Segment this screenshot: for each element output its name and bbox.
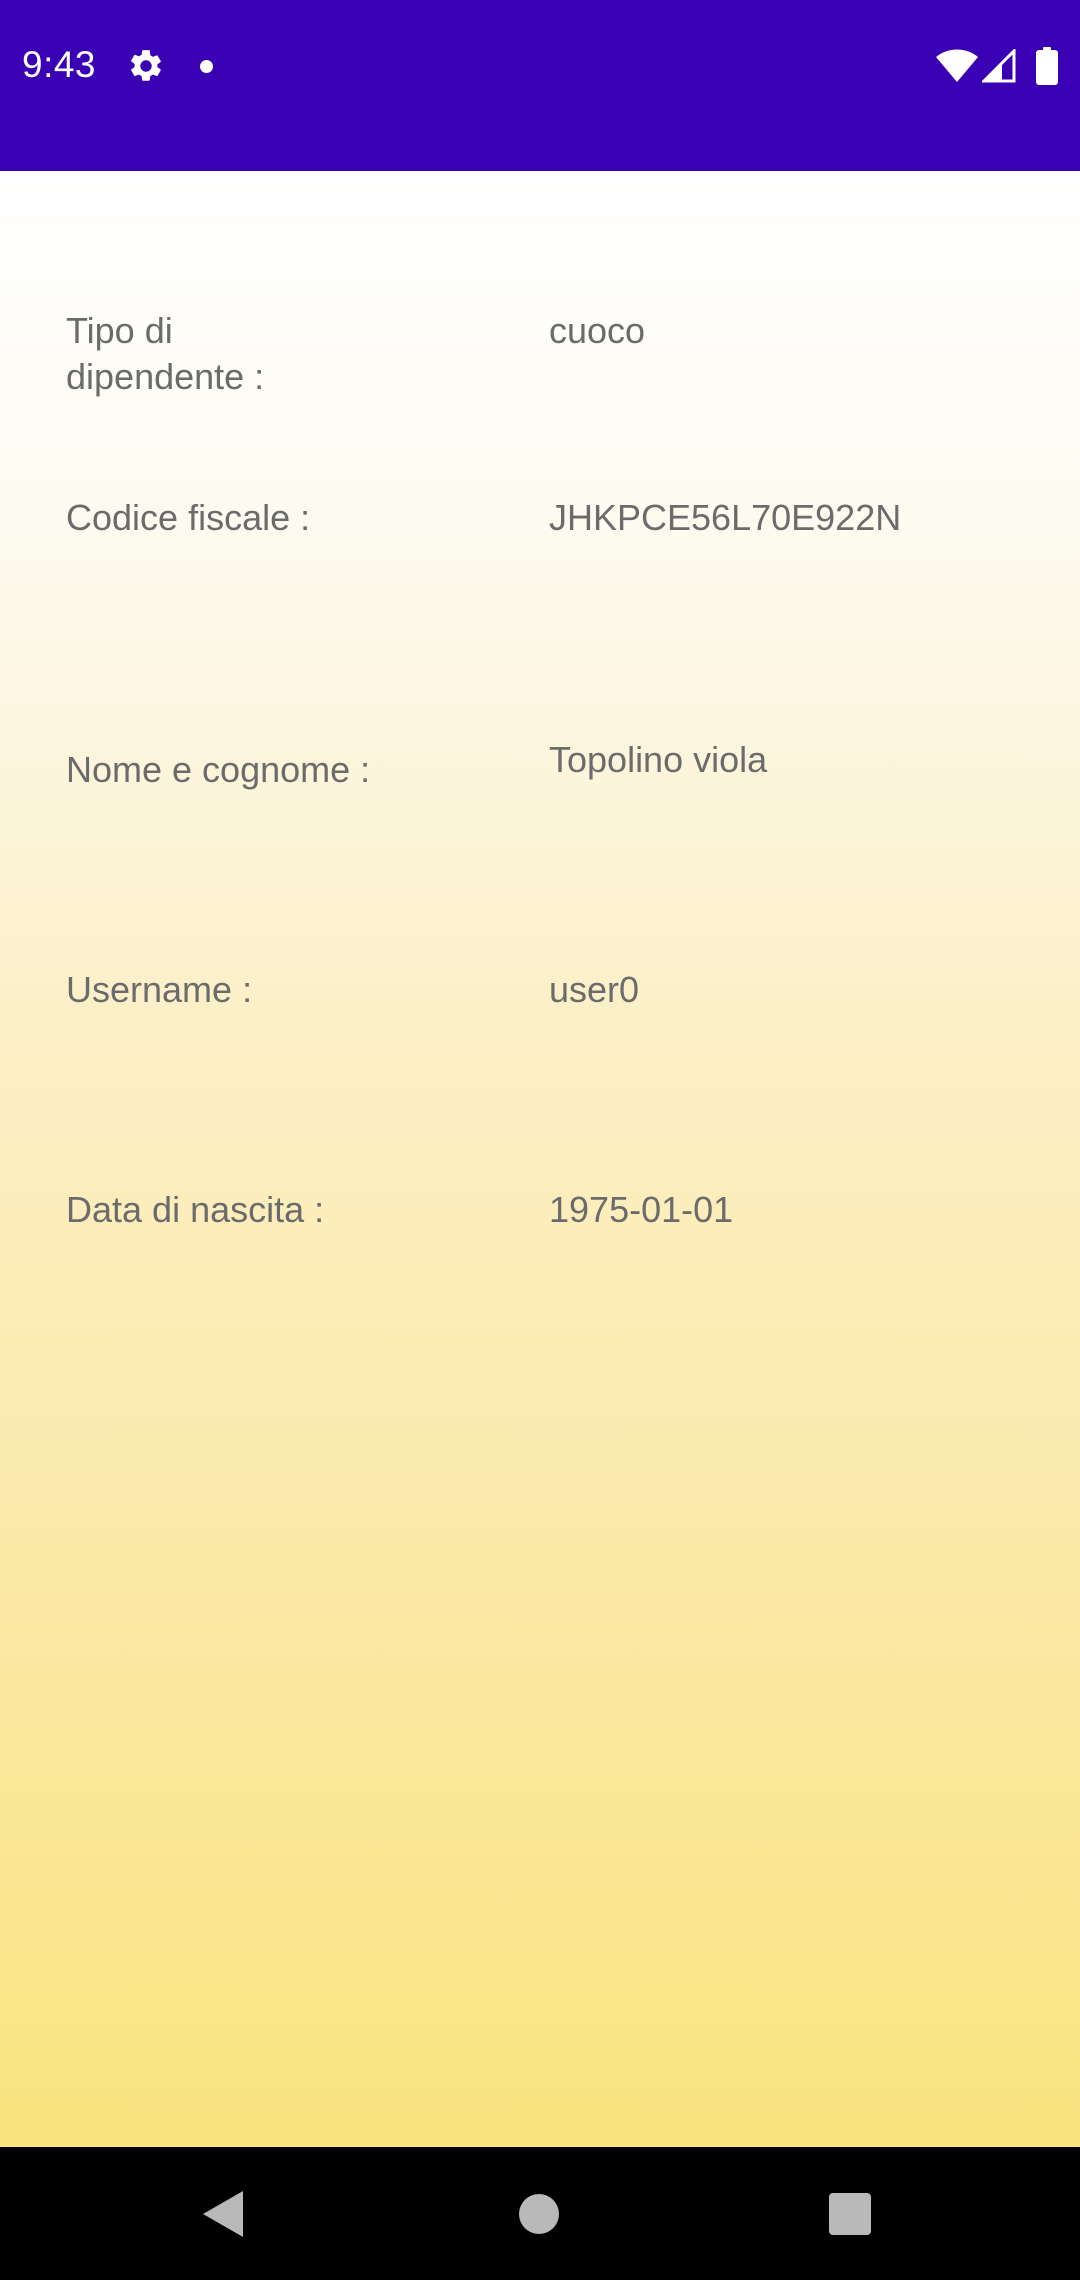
recents-icon[interactable]: [829, 2193, 871, 2235]
employee-type-value: cuoco: [549, 310, 646, 351]
full-name-value: Topolino viola: [549, 739, 768, 780]
cell-signal-icon: [982, 49, 1016, 83]
birth-date-label: Data di nascita :: [66, 1189, 325, 1230]
tax-code-label: Codice fiscale :: [66, 497, 311, 538]
birth-date-value: 1975-01-01: [549, 1189, 734, 1230]
status-time: 9:43: [22, 44, 97, 85]
employee-details: Tipo di dipendente : cuoco Codice fiscal…: [0, 171, 1080, 2147]
employee-type-label: Tipo di dipendente :: [66, 310, 265, 397]
gear-icon: [131, 50, 161, 81]
username-label: Username :: [66, 969, 253, 1010]
home-icon[interactable]: [519, 2194, 559, 2234]
full-name-label: Nome e cognome :: [66, 749, 371, 790]
tax-code-value: JHKPCE56L70E922N: [549, 497, 902, 538]
back-icon[interactable]: [203, 2191, 247, 2237]
status-bar: 9:43: [0, 0, 1080, 171]
username-value: user0: [549, 969, 640, 1010]
wifi-icon: [936, 49, 978, 82]
notification-dot-icon: [200, 60, 213, 73]
navigation-bar: [0, 2147, 1080, 2280]
screen: 9:43 Tipo di dipendente : cuoco Codice f…: [0, 0, 1080, 2280]
battery-icon: [1036, 47, 1058, 85]
